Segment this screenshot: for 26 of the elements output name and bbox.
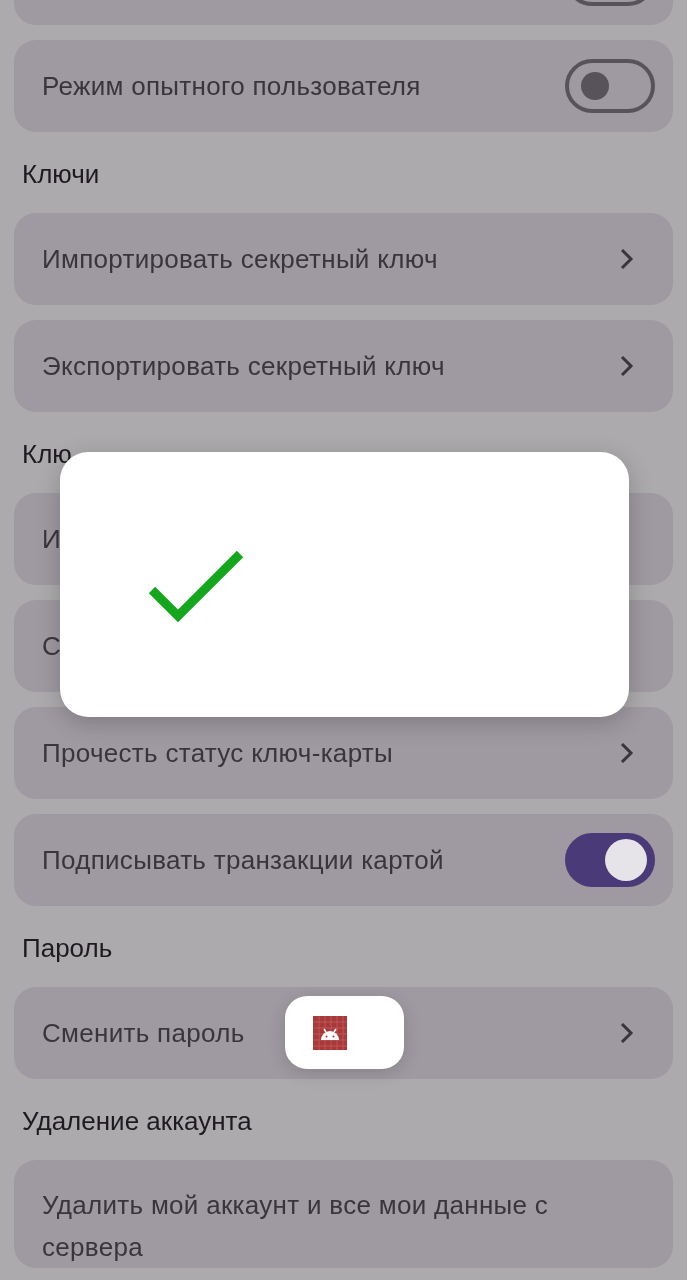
settings-row[interactable]: Подписывать транзакции картой [14, 814, 673, 906]
row-label: Прочесть статус ключ-карты [42, 737, 394, 770]
chevron-right-icon [619, 354, 635, 378]
section-header: Ключи [21, 158, 101, 191]
chevron-right-icon [619, 247, 635, 271]
settings-row[interactable]: Экспортировать секретный ключ [14, 320, 673, 412]
app-icon [313, 1015, 347, 1050]
row-label: Подписывать транзакции картой [42, 844, 444, 877]
row-label: С [42, 630, 62, 663]
row-label: И [42, 523, 61, 556]
section-header: Удаление аккаунта [21, 1105, 253, 1138]
section-header: Клю [21, 438, 73, 471]
settings-row[interactable]: Прочесть статус ключ-карты [14, 707, 673, 799]
row-label: Импортировать секретный ключ [42, 243, 438, 276]
toggle-switch[interactable] [565, 59, 655, 113]
chevron-right-icon [619, 1021, 635, 1045]
section-header: Пароль [21, 932, 114, 965]
toggle-switch[interactable] [565, 833, 655, 887]
row-label: Сменить пароль [42, 1017, 245, 1050]
row-label: Режим опытного пользователя [42, 70, 421, 103]
chevron-right-icon [619, 741, 635, 765]
settings-row[interactable]: Режим опытного пользователя [14, 40, 673, 132]
settings-row[interactable]: Удалить мой аккаунт и все мои данные с сервера [14, 1160, 673, 1268]
row-label: Экспортировать секретный ключ [42, 350, 445, 383]
row-label: Удалить мой аккаунт и все мои данные с сервера [42, 1189, 550, 1264]
settings-row[interactable]: Импортировать секретный ключ [14, 213, 673, 305]
